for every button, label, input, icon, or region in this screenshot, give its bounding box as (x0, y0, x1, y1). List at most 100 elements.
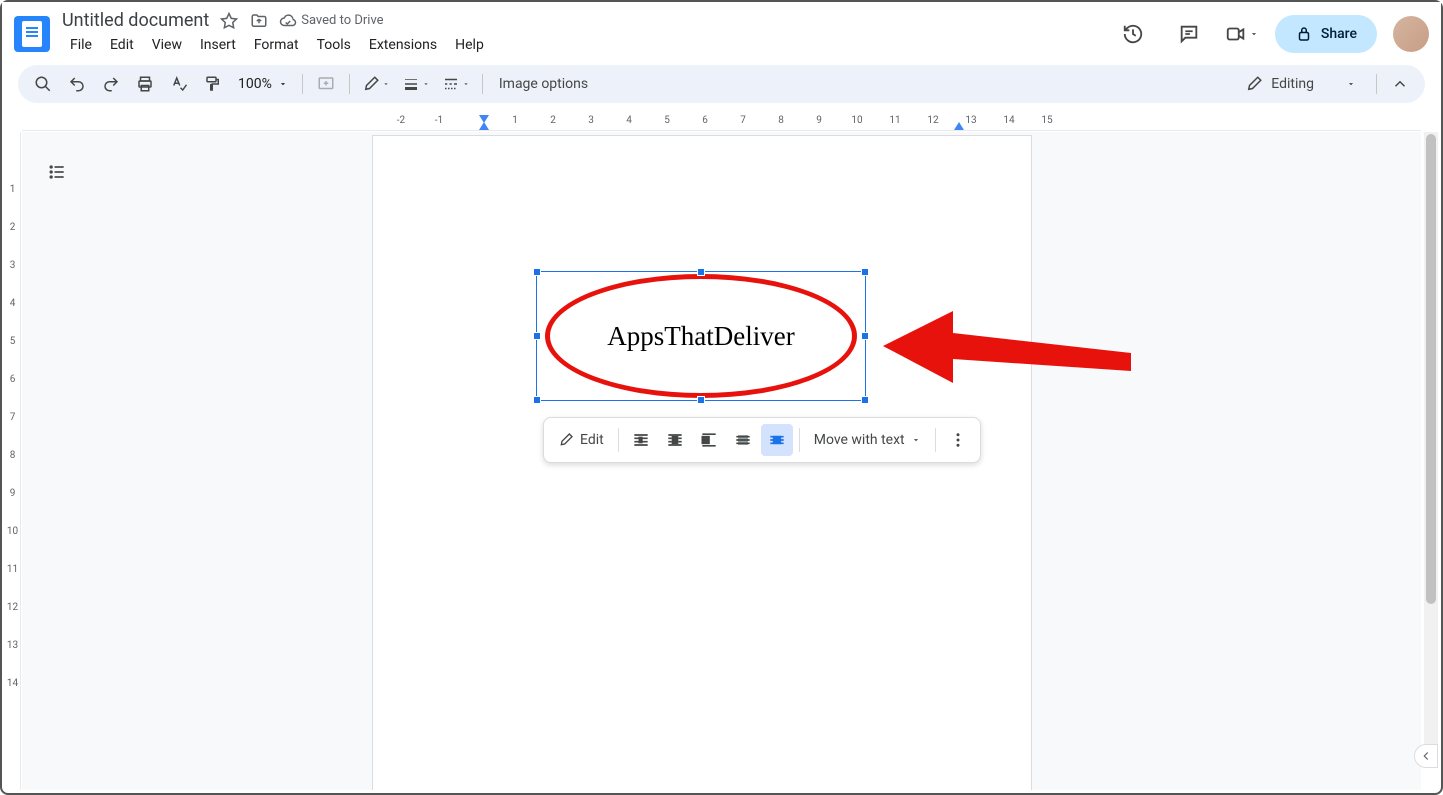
edit-label: Edit (580, 432, 604, 448)
menu-help[interactable]: Help (447, 33, 492, 57)
ruler-tick: 1 (5, 170, 20, 208)
ruler-tick: 12 (5, 588, 20, 626)
edit-drawing-button[interactable]: Edit (550, 424, 612, 456)
annotation-arrow (883, 311, 1133, 401)
ruler-tick: 13 (5, 626, 20, 664)
comments-icon[interactable] (1169, 14, 1209, 54)
page[interactable]: AppsThatDeliver Edit (372, 135, 1032, 790)
vertical-scrollbar[interactable] (1424, 132, 1438, 753)
wrap-text-icon[interactable] (659, 424, 691, 456)
in-front-text-icon[interactable] (761, 424, 793, 456)
document-title[interactable]: Untitled document (62, 10, 209, 31)
resize-handle-bl[interactable] (533, 396, 541, 404)
ruler-tick: 11 (876, 115, 914, 126)
ruler-tick: 12 (914, 115, 952, 126)
header: Untitled document Saved to Drive FileEdi… (2, 2, 1441, 57)
zoom-value: 100% (238, 76, 272, 92)
separator (935, 428, 936, 452)
print-icon[interactable] (130, 69, 160, 99)
ruler-tick: 9 (800, 115, 838, 126)
move-with-text-dropdown[interactable]: Move with text (806, 424, 929, 456)
menu-file[interactable]: File (62, 33, 100, 57)
avatar[interactable] (1393, 16, 1429, 52)
resize-handle-bm[interactable] (697, 396, 705, 404)
spellcheck-icon[interactable] (164, 69, 194, 99)
search-icon[interactable] (28, 69, 58, 99)
horizontal-ruler[interactable]: -2-1123456789101112131415 (22, 115, 1421, 131)
star-icon[interactable] (219, 11, 239, 31)
ruler-tick: 15 (1028, 115, 1066, 126)
inline-wrap-icon[interactable] (625, 424, 657, 456)
ruler-tick: 14 (990, 115, 1028, 126)
menu-insert[interactable]: Insert (192, 33, 244, 57)
ruler-tick: 8 (762, 115, 800, 126)
outline-toggle-icon[interactable] (42, 157, 72, 187)
ruler-tick: 2 (534, 115, 572, 126)
share-label: Share (1321, 26, 1357, 42)
ruler-tick: -2 (382, 115, 420, 126)
menu-view[interactable]: View (144, 33, 190, 57)
editing-label: Editing (1271, 76, 1314, 92)
break-text-icon[interactable] (693, 424, 725, 456)
ruler-tick: 11 (5, 550, 20, 588)
resize-handle-tl[interactable] (533, 268, 541, 276)
drawing-text: AppsThatDeliver (607, 321, 794, 352)
separator (349, 74, 350, 94)
separator (302, 74, 303, 94)
saved-status-text: Saved to Drive (301, 13, 383, 28)
resize-handle-ml[interactable] (533, 332, 541, 340)
header-right: Share (1113, 14, 1429, 54)
resize-handle-tm[interactable] (697, 268, 705, 276)
resize-handle-br[interactable] (861, 396, 869, 404)
ruler-right-margin[interactable] (954, 122, 964, 130)
menu-edit[interactable]: Edit (102, 33, 142, 57)
border-color-dropdown[interactable] (358, 75, 394, 93)
add-comment-icon[interactable] (311, 69, 341, 99)
ruler-tick: 5 (5, 322, 20, 360)
menu-format[interactable]: Format (246, 33, 307, 57)
move-label: Move with text (814, 432, 905, 448)
more-options-icon[interactable] (942, 424, 974, 456)
saved-status[interactable]: Saved to Drive (279, 12, 383, 30)
separator (1376, 74, 1377, 94)
border-weight-dropdown[interactable] (398, 75, 434, 93)
ruler-tick: 7 (724, 115, 762, 126)
ruler-tick: 3 (5, 246, 20, 284)
vertical-ruler[interactable]: 1234567891011121314 (5, 132, 21, 790)
resize-handle-tr[interactable] (861, 268, 869, 276)
menu-extensions[interactable]: Extensions (361, 33, 445, 57)
redo-icon[interactable] (96, 69, 126, 99)
image-floating-toolbar: Edit Move with text (543, 417, 981, 463)
ruler-tick: 5 (648, 115, 686, 126)
share-button[interactable]: Share (1275, 15, 1377, 53)
paint-format-icon[interactable] (198, 69, 228, 99)
title-area: Untitled document Saved to Drive FileEdi… (62, 10, 1113, 57)
collapse-toolbar-icon[interactable] (1385, 69, 1415, 99)
scrollbar-thumb[interactable] (1426, 134, 1436, 604)
ruler-tick: 10 (838, 115, 876, 126)
meet-icon[interactable] (1225, 14, 1259, 54)
behind-text-icon[interactable] (727, 424, 759, 456)
image-options-button[interactable]: Image options (491, 76, 596, 92)
ruler-tick: -1 (420, 115, 458, 126)
separator (618, 428, 619, 452)
editing-mode-dropdown[interactable]: Editing (1233, 75, 1368, 93)
menu-tools[interactable]: Tools (309, 33, 359, 57)
ruler-tick: 4 (610, 115, 648, 126)
selected-drawing[interactable]: AppsThatDeliver (536, 271, 866, 401)
border-dash-dropdown[interactable] (438, 75, 474, 93)
ruler-left-margin[interactable] (479, 122, 489, 130)
separator (799, 428, 800, 452)
menu-bar: FileEditViewInsertFormatToolsExtensionsH… (62, 33, 1113, 57)
ruler-tick: 9 (5, 474, 20, 512)
resize-handle-mr[interactable] (861, 332, 869, 340)
docs-logo[interactable] (14, 16, 50, 52)
show-side-panel-icon[interactable] (1414, 744, 1438, 768)
ellipse-shape: AppsThatDeliver (545, 274, 857, 398)
move-to-folder-icon[interactable] (249, 11, 269, 31)
undo-icon[interactable] (62, 69, 92, 99)
ruler-tick: 3 (572, 115, 610, 126)
zoom-dropdown[interactable]: 100% (232, 76, 294, 92)
history-icon[interactable] (1113, 14, 1153, 54)
toolbar: 100% Image options Editing (18, 65, 1425, 103)
